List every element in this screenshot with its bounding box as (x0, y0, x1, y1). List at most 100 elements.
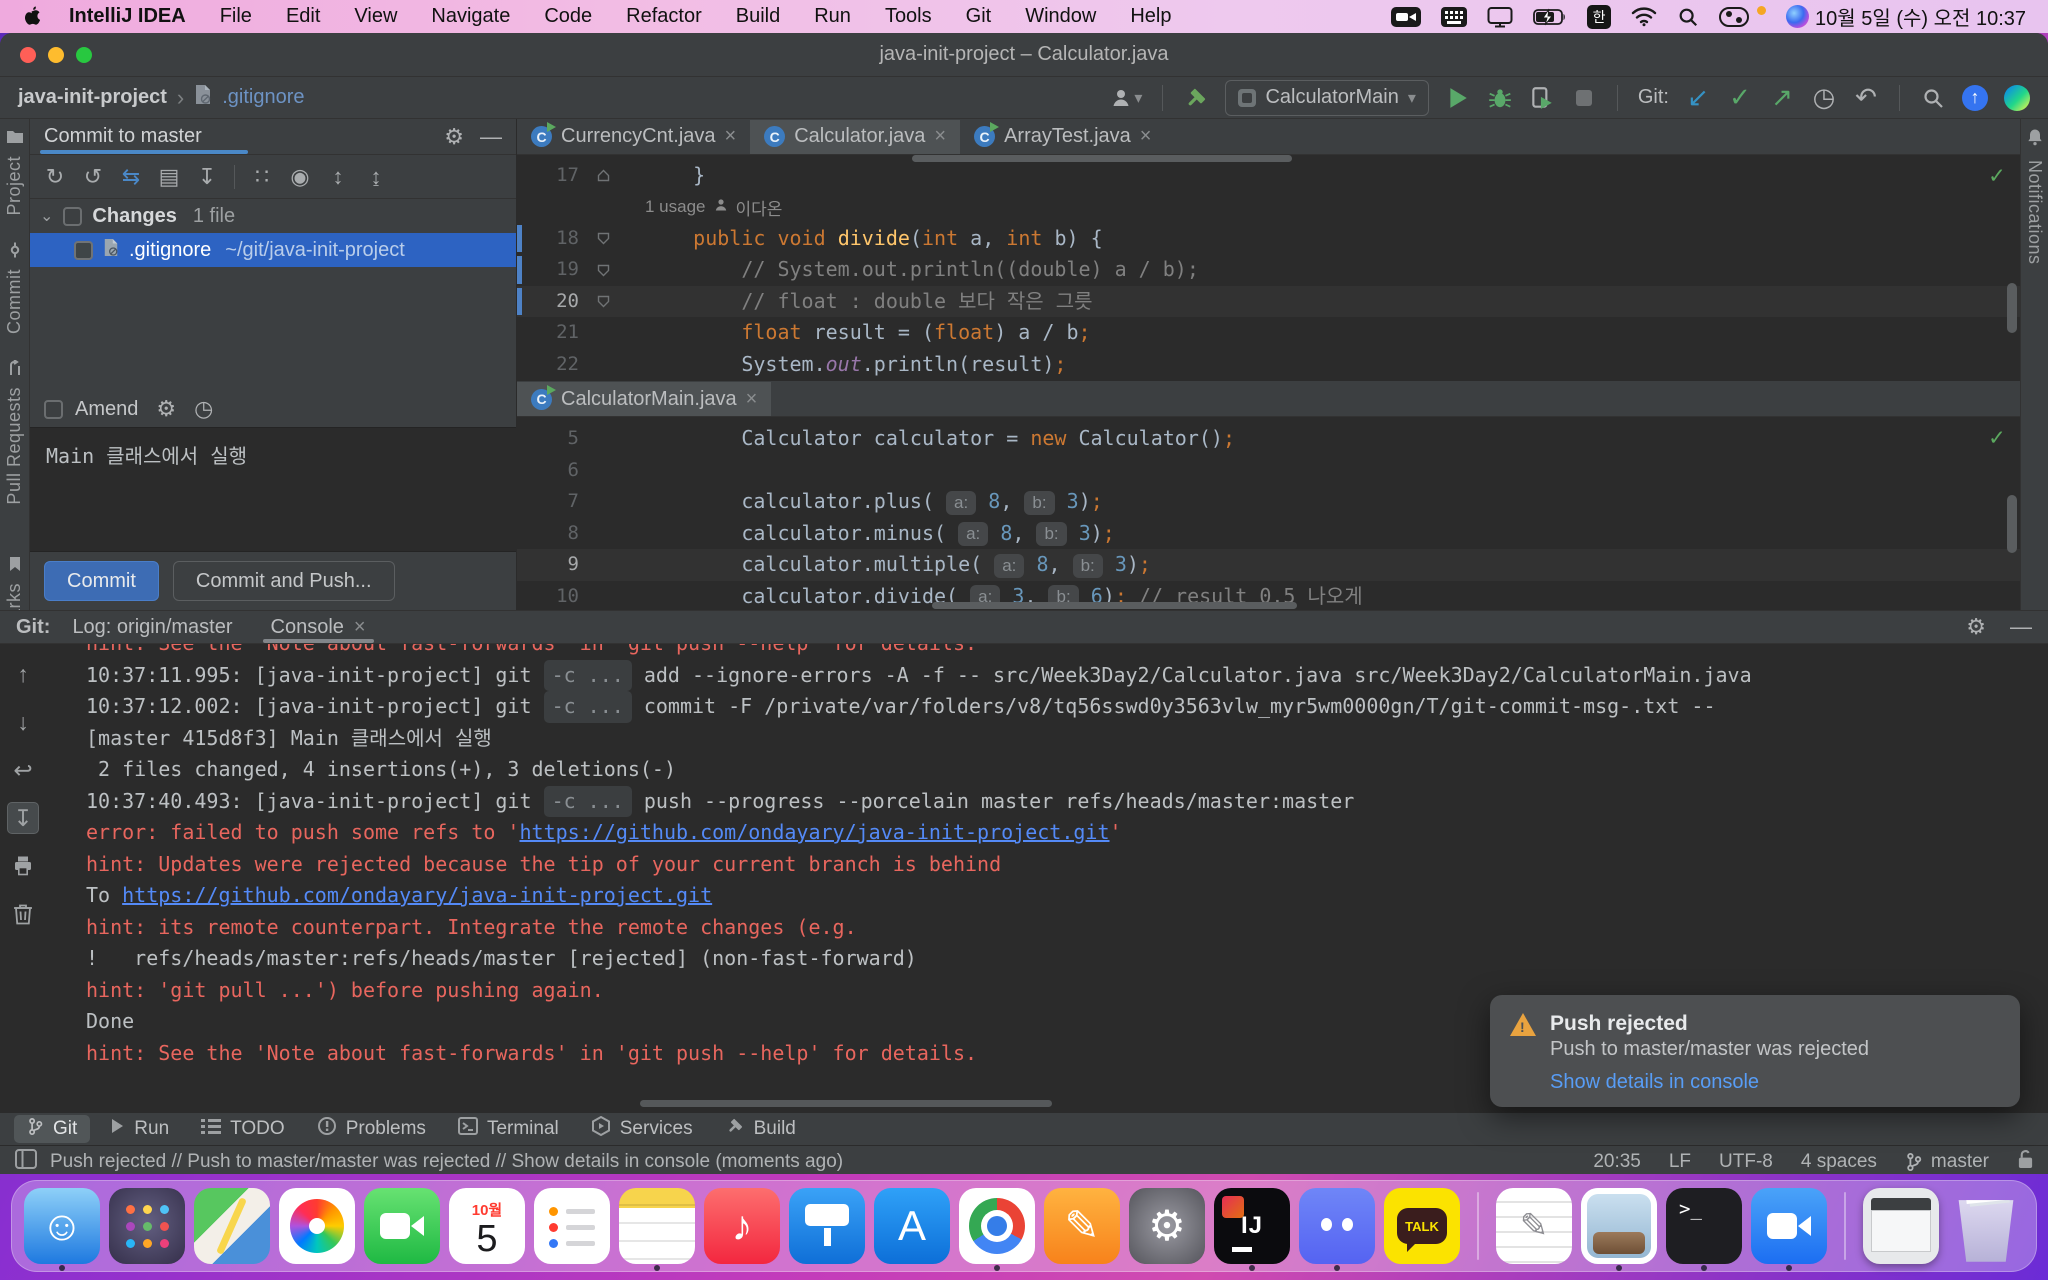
dock-icon-chrome[interactable] (959, 1188, 1035, 1264)
menu-item-view[interactable]: View (354, 5, 397, 28)
editor-calculatormain[interactable]: 5 Calculator calculator = new Calculator… (517, 417, 2020, 610)
commit-panel-title[interactable]: Commit to master (44, 125, 202, 148)
close-icon[interactable]: × (746, 388, 758, 411)
code-line-20[interactable]: 20 // float : double 보다 작은 그릇 (517, 286, 2020, 318)
rollback-icon[interactable]: ↺ (76, 162, 110, 192)
clear-icon[interactable] (7, 898, 39, 930)
dock-icon-calendar[interactable]: 10월5 (449, 1188, 525, 1264)
dock-icon-intellij[interactable]: IJ (1214, 1188, 1290, 1264)
inspections-ok-icon[interactable]: ✓ (1990, 161, 2004, 189)
menu-item-help[interactable]: Help (1130, 5, 1171, 28)
coverage-icon[interactable] (1529, 83, 1555, 113)
group-by-icon[interactable]: ∷ (245, 162, 279, 192)
fold-marker-icon[interactable] (585, 168, 621, 183)
active-app-name[interactable]: IntelliJ IDEA (69, 5, 186, 28)
gear-icon[interactable]: ⚙ (1966, 614, 1986, 640)
menu-item-build[interactable]: Build (736, 5, 780, 28)
commit-and-push-button[interactable]: Commit and Push... (173, 561, 395, 601)
update-project-icon[interactable]: ↙ (1685, 83, 1711, 113)
chevron-down-icon[interactable]: ⌄ (40, 206, 53, 226)
dock-icon-reminders[interactable] (534, 1188, 610, 1264)
rollback-icon[interactable]: ↶ (1853, 83, 1879, 113)
dock-icon-keynote[interactable] (789, 1188, 865, 1264)
dock-icon-camapp[interactable] (1751, 1188, 1827, 1264)
line-separator[interactable]: LF (1669, 1151, 1691, 1173)
code-line-18[interactable]: 18 public void divide(int a, int b) { (517, 223, 2020, 255)
console-link[interactable]: https://github.com/ondayary/java-init-pr… (519, 820, 1109, 844)
code-line-6[interactable]: 6 (517, 455, 2020, 487)
dock-icon-notes[interactable] (619, 1188, 695, 1264)
user-icon[interactable]: ▾ (1110, 83, 1142, 113)
editor-vertical-scrollbar[interactable] (2007, 283, 2017, 333)
status-message[interactable]: Push rejected // Push to master/master w… (50, 1151, 843, 1173)
toolwindow-button-terminal[interactable]: Terminal (445, 1115, 572, 1143)
dock-icon-appstore[interactable]: A (874, 1188, 950, 1264)
fold-marker-icon[interactable] (585, 231, 621, 246)
dock-icon-facetime[interactable] (364, 1188, 440, 1264)
toolwindow-button-run[interactable]: Run (96, 1115, 182, 1143)
commit-options-gear-icon[interactable]: ⚙ (156, 396, 176, 422)
sidebar-item-notifications[interactable]: Notifications (2024, 160, 2045, 265)
code-line[interactable]: } (517, 380, 2020, 381)
menu-item-edit[interactable]: Edit (286, 5, 320, 28)
amend-checkbox[interactable] (44, 400, 63, 419)
dock-icon-settings[interactable]: ⚙ (1129, 1188, 1205, 1264)
push-icon[interactable]: ↗ (1769, 83, 1795, 113)
dock-icon-photos[interactable] (279, 1188, 355, 1264)
menu-item-file[interactable]: File (220, 5, 252, 28)
window-layout-icon[interactable] (14, 1148, 38, 1174)
apple-menu-icon[interactable] (22, 5, 41, 28)
commit-message-input[interactable]: Main 클래스에서 실행 (30, 427, 516, 552)
dock-icon-music[interactable]: ♪ (704, 1188, 780, 1264)
breadcrumb-file[interactable]: .gitignore (222, 86, 304, 109)
idea-gradient-icon[interactable] (2004, 83, 2030, 113)
tab-calculatormain-java[interactable]: CCalculatorMain.java× (517, 382, 771, 416)
git-branch-widget[interactable]: master (1905, 1151, 1989, 1173)
file-checkbox[interactable] (74, 241, 93, 260)
changed-file-row[interactable]: .gitignore ~/git/java-init-project (30, 233, 516, 267)
commit-check-icon[interactable]: ✓ (1727, 83, 1753, 113)
build-hammer-icon[interactable] (1183, 83, 1209, 113)
notification-link[interactable]: Show details in console (1550, 1071, 1759, 1094)
menu-item-git[interactable]: Git (966, 5, 992, 28)
close-icon[interactable]: × (725, 125, 737, 148)
hide-panel-icon[interactable]: — (2010, 614, 2032, 640)
breadcrumb-project[interactable]: java-init-project (18, 86, 167, 109)
dock-icon-gallery[interactable] (1581, 1188, 1657, 1264)
display-icon[interactable] (1487, 6, 1513, 28)
sidebar-item-commit[interactable]: Commit (4, 242, 25, 334)
file-encoding[interactable]: UTF-8 (1719, 1151, 1773, 1173)
expand-all-icon[interactable]: ↕ (321, 162, 355, 192)
editor-calculator[interactable]: 17 }1 usage이다온18 public void divide(int … (517, 155, 2020, 382)
scroll-up-icon[interactable]: ↑ (7, 658, 39, 690)
wifi-icon[interactable] (1631, 6, 1657, 27)
menu-item-tools[interactable]: Tools (885, 5, 932, 28)
code-line-5[interactable]: 5 Calculator calculator = new Calculator… (517, 423, 2020, 455)
debug-icon[interactable] (1487, 83, 1513, 113)
dock-icon-terminal[interactable]: >_ (1666, 1188, 1742, 1264)
window-title-bar[interactable]: java-init-project – Calculator.java (0, 33, 2048, 77)
run-configuration-select[interactable]: CalculatorMain▾ (1225, 80, 1428, 116)
tab-calculator-java[interactable]: CCalculator.java× (750, 120, 960, 154)
dock-icon-launchpad[interactable] (109, 1188, 185, 1264)
scroll-to-end-icon[interactable]: ↧ (7, 802, 39, 834)
changes-group-row[interactable]: ⌄ Changes 1 file (30, 199, 516, 233)
editor-vertical-scrollbar[interactable] (2007, 495, 2017, 553)
keyboard-icon[interactable] (1441, 7, 1467, 27)
code-line-19[interactable]: 19 // System.out.println((double) a / b)… (517, 254, 2020, 286)
dock-icon-maps[interactable] (194, 1188, 270, 1264)
toolwindow-button-todo[interactable]: TODO (188, 1115, 298, 1143)
unlock-icon[interactable] (2017, 1149, 2034, 1175)
collapse-all-icon[interactable]: ↨ (359, 162, 393, 192)
menu-item-navigate[interactable]: Navigate (431, 5, 510, 28)
git-tab-log-origin-master[interactable]: Log: origin/master (56, 611, 248, 643)
changelist-icon[interactable]: ▤ (152, 162, 186, 192)
toolwindow-button-git[interactable]: Git (14, 1115, 90, 1143)
minimize-window-button[interactable] (48, 47, 64, 63)
menu-item-run[interactable]: Run (814, 5, 851, 28)
shelve-icon[interactable]: ↧ (190, 162, 224, 192)
close-icon[interactable]: × (1140, 125, 1152, 148)
toolwindow-button-problems[interactable]: Problems (304, 1115, 439, 1143)
code-line-8[interactable]: 8 calculator.minus( a: 8, b: 3); (517, 518, 2020, 550)
spotlight-icon[interactable] (1677, 6, 1699, 28)
